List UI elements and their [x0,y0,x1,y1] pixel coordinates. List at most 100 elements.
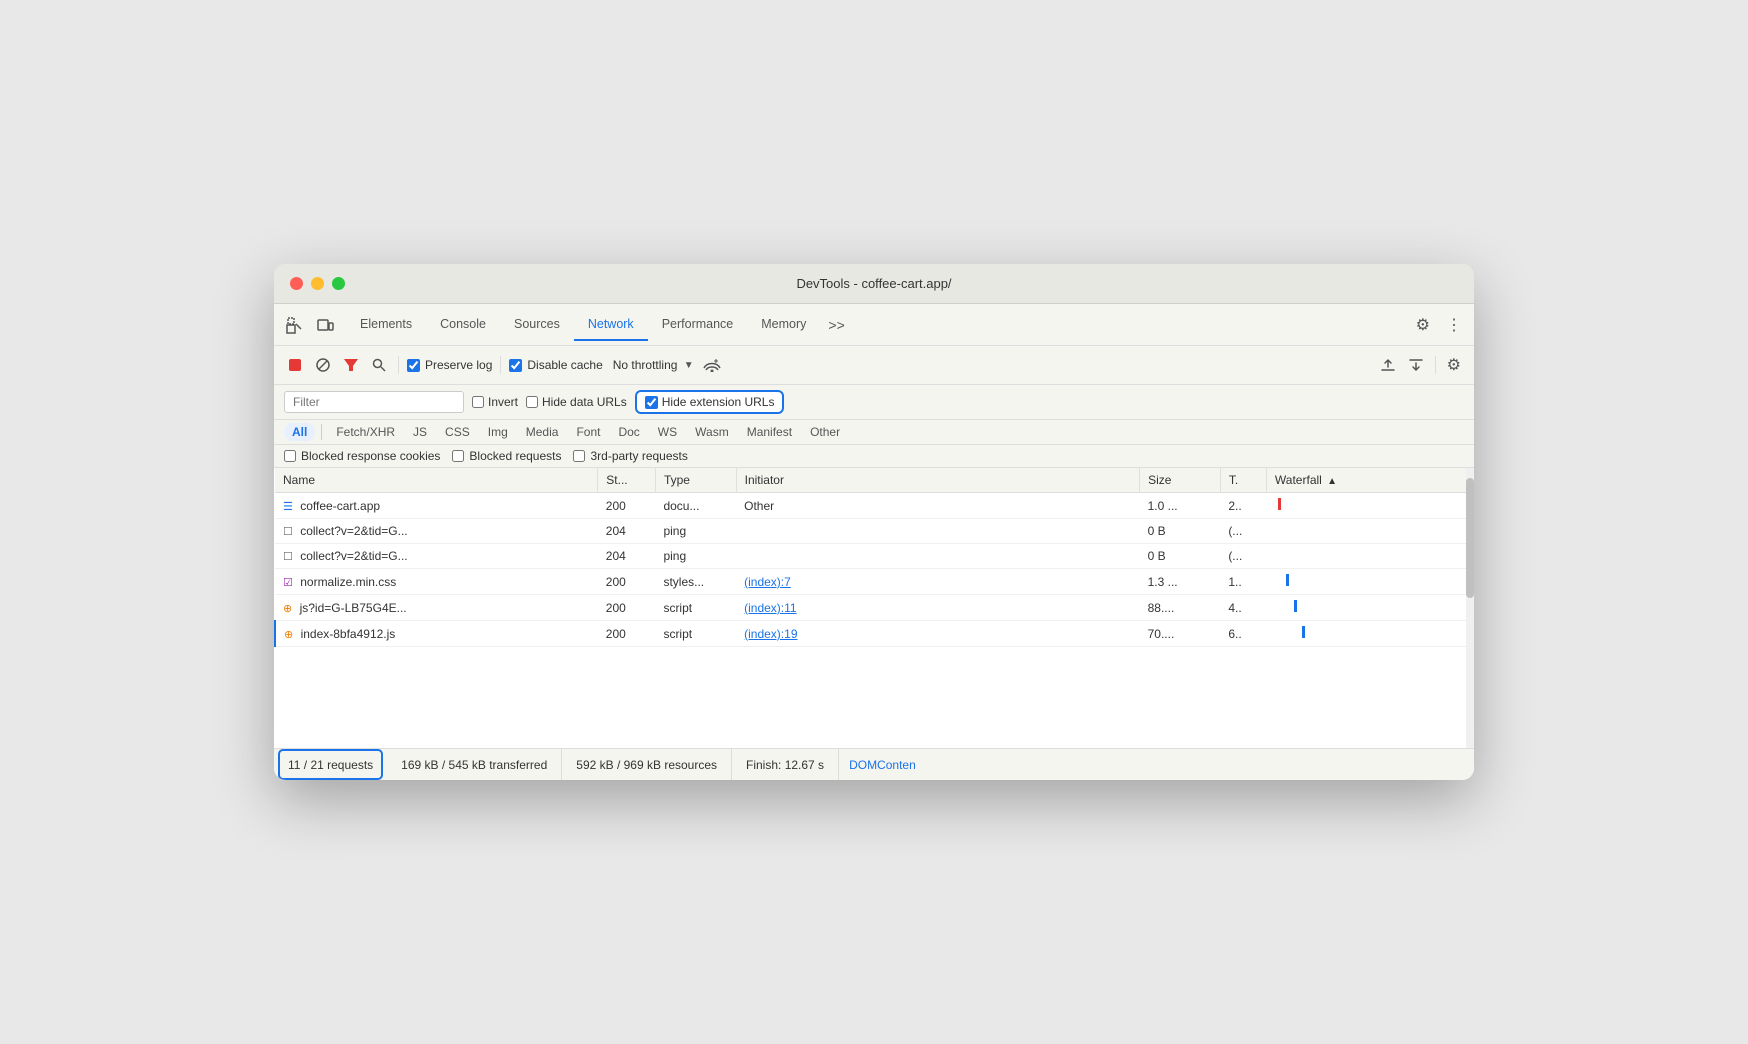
hide-data-label[interactable]: Hide data URLs [526,395,627,409]
type-btn-fetch[interactable]: Fetch/XHR [328,423,403,441]
tab-sources[interactable]: Sources [500,309,574,341]
device-toggle-icon[interactable] [312,312,338,338]
upload-har-icon[interactable] [1377,354,1399,376]
tab-elements[interactable]: Elements [346,309,426,341]
search-button[interactable] [368,354,390,376]
disable-cache-label[interactable]: Disable cache [509,358,602,372]
row-5-icon: ⊕ [284,628,293,641]
preserve-log-checkbox[interactable] [407,359,420,372]
inspect-icon[interactable] [282,312,308,338]
row-2-time: (... [1220,544,1266,569]
more-tabs-button[interactable]: >> [820,313,852,337]
col-header-name[interactable]: Name [275,468,598,493]
requests-segment: 11 / 21 requests [278,749,383,780]
type-btn-all[interactable]: All [284,423,315,441]
table-row[interactable]: ☰ coffee-cart.app 200 docu... Other 1.0 … [275,493,1474,519]
disable-cache-checkbox[interactable] [509,359,522,372]
third-party-checkbox[interactable] [573,450,585,462]
tab-network[interactable]: Network [574,309,648,341]
type-btn-ws[interactable]: WS [650,423,685,441]
filter-button[interactable] [340,354,362,376]
row-0-waterfall [1266,493,1474,519]
network-conditions-icon[interactable] [700,355,724,375]
row-1-size: 0 B [1140,519,1221,544]
table-row[interactable]: ⊕ js?id=G-LB75G4E... 200 script (index):… [275,595,1474,621]
tab-performance[interactable]: Performance [648,309,748,341]
type-btn-manifest[interactable]: Manifest [739,423,800,441]
type-btn-js[interactable]: JS [405,423,435,441]
type-btn-doc[interactable]: Doc [610,423,647,441]
blocked-requests-checkbox[interactable] [452,450,464,462]
table-header-row: Name St... Type Initiator Size [275,468,1474,493]
col-header-waterfall[interactable]: Waterfall ▲ [1266,468,1474,493]
transferred-text: 169 kB / 545 kB transferred [401,758,547,772]
network-settings-icon[interactable]: ⚙ [1444,352,1464,378]
kebab-menu-icon[interactable]: ⋮ [1442,311,1466,339]
status-bar: 11 / 21 requests 169 kB / 545 kB transfe… [274,748,1474,780]
row-4-status: 200 [598,595,656,621]
toolbar-separator-1 [398,356,399,374]
titlebar: DevTools - coffee-cart.app/ [274,264,1474,304]
hide-data-checkbox[interactable] [526,396,538,408]
blocked-bar: Blocked response cookies Blocked request… [274,445,1474,468]
blocked-requests-label[interactable]: Blocked requests [452,449,561,463]
row-3-initiator-link[interactable]: (index):7 [744,575,791,589]
hide-ext-checkbox[interactable] [645,396,658,409]
col-header-status[interactable]: St... [598,468,656,493]
type-btn-img[interactable]: Img [480,423,516,441]
row-2-size: 0 B [1140,544,1221,569]
type-btn-wasm[interactable]: Wasm [687,423,737,441]
blocked-response-checkbox[interactable] [284,450,296,462]
tab-console[interactable]: Console [426,309,500,341]
table-row[interactable]: ☐ collect?v=2&tid=G... 204 ping 0 B (... [275,519,1474,544]
col-header-size[interactable]: Size [1140,468,1221,493]
invert-checkbox[interactable] [472,396,484,408]
row-3-waterfall [1266,569,1474,595]
table-row[interactable]: ☐ collect?v=2&tid=G... 204 ping 0 B (... [275,544,1474,569]
filter-input[interactable] [284,391,464,413]
window-title: DevTools - coffee-cart.app/ [796,276,951,291]
row-4-time: 4.. [1220,595,1266,621]
close-button[interactable] [290,277,303,290]
third-party-label[interactable]: 3rd-party requests [573,449,687,463]
maximize-button[interactable] [332,277,345,290]
row-1-name: ☐ collect?v=2&tid=G... [275,519,598,544]
type-btn-font[interactable]: Font [568,423,608,441]
settings-icon[interactable]: ⚙ [1412,311,1434,339]
row-3-initiator: (index):7 [736,569,1140,595]
row-1-type: ping [655,519,736,544]
row-1-initiator [736,519,1140,544]
throttle-wrapper: No throttling Fast 3G Slow 3G ▼ [609,356,694,374]
table-row[interactable]: ☑ normalize.min.css 200 styles... (index… [275,569,1474,595]
tab-memory[interactable]: Memory [747,309,820,341]
row-5-type: script [655,621,736,647]
table-row[interactable]: ⊕ index-8bfa4912.js 200 script (index):1… [275,621,1474,647]
waterfall-bar [1286,574,1289,586]
minimize-button[interactable] [311,277,324,290]
waterfall-bar [1294,600,1297,612]
dom-content-segment: DOMConten [839,758,926,772]
type-btn-css[interactable]: CSS [437,423,478,441]
type-btn-other[interactable]: Other [802,423,848,441]
scrollbar-thumb[interactable] [1466,478,1474,598]
clear-button[interactable] [312,354,334,376]
preserve-log-label[interactable]: Preserve log [407,358,492,372]
scrollbar[interactable] [1466,468,1474,748]
blocked-response-label[interactable]: Blocked response cookies [284,449,440,463]
devtools-window: DevTools - coffee-cart.app/ [274,264,1474,780]
row-4-initiator-link[interactable]: (index):11 [744,601,796,615]
record-stop-button[interactable] [284,354,306,376]
network-toolbar: Preserve log Disable cache No throttling… [274,346,1474,385]
col-header-type[interactable]: Type [655,468,736,493]
row-0-time: 2.. [1220,493,1266,519]
download-har-icon[interactable] [1405,354,1427,376]
invert-label[interactable]: Invert [472,395,518,409]
type-btn-media[interactable]: Media [518,423,567,441]
col-header-time[interactable]: T. [1220,468,1266,493]
col-header-initiator[interactable]: Initiator [736,468,1140,493]
row-0-name: ☰ coffee-cart.app [275,493,598,519]
throttle-select[interactable]: No throttling Fast 3G Slow 3G [609,356,682,374]
row-4-waterfall [1266,595,1474,621]
row-5-initiator-link[interactable]: (index):19 [744,627,797,641]
requests-text: 11 / 21 requests [288,758,373,772]
